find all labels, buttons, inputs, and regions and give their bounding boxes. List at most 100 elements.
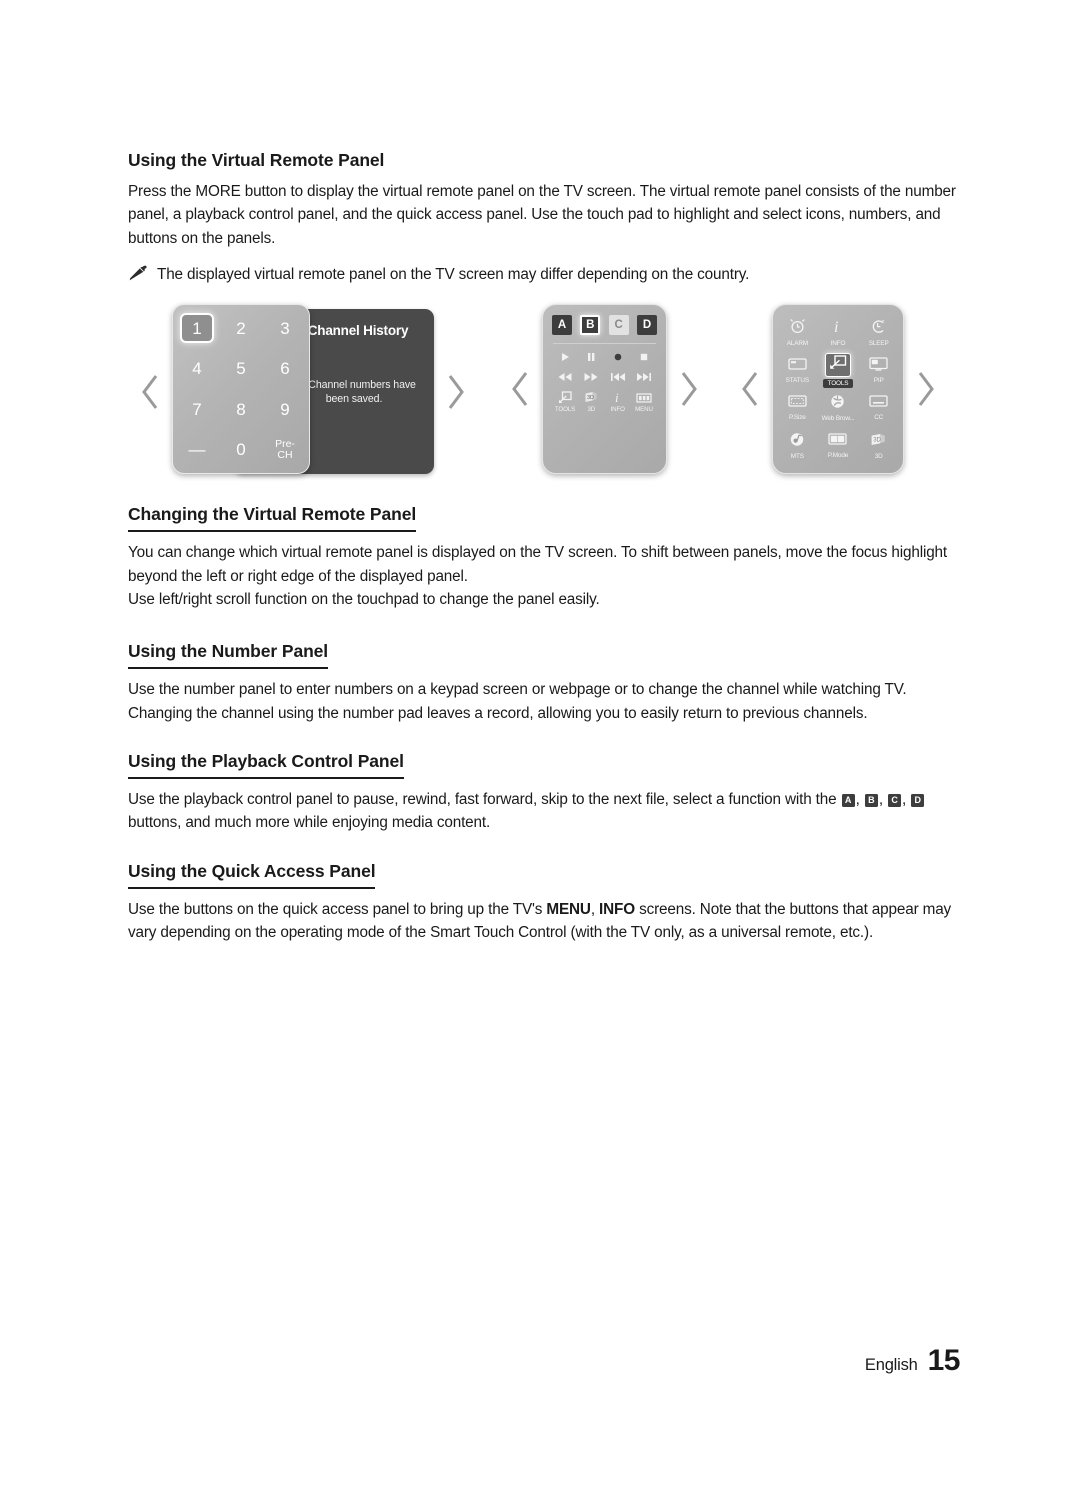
note-text: The displayed virtual remote panel on th… <box>157 266 750 284</box>
section-paragraph: Use the number panel to enter numbers on… <box>128 681 907 722</box>
quick-access-status[interactable]: STATUS <box>777 351 818 389</box>
svg-text:i: i <box>615 391 619 404</box>
quick-access-picture-size[interactable]: P.Size <box>777 389 818 427</box>
footer-language: English <box>864 1356 918 1374</box>
chevron-left-icon[interactable] <box>738 367 764 411</box>
key-dash[interactable]: — <box>180 435 214 465</box>
section-using-virtual-remote-panel: Using the Virtual Remote Panel Press the… <box>128 150 960 290</box>
next-icon[interactable] <box>633 372 655 382</box>
section-paragraph: Use the buttons on the quick access pane… <box>128 898 960 945</box>
quick-access-alarm[interactable]: ALARM <box>777 313 818 351</box>
key-0[interactable]: 0 <box>224 435 258 465</box>
playback-text-before: Use the playback control panel to pause,… <box>128 791 841 809</box>
picture-mode-icon <box>828 433 848 451</box>
page-footer: English 15 <box>0 1344 1080 1378</box>
mts-audio-icon <box>789 432 806 452</box>
tools-button[interactable]: TOOLS <box>554 391 576 413</box>
quick-access-mts[interactable]: MTS <box>777 427 818 465</box>
three-d-button[interactable]: 3D 3D <box>580 391 602 413</box>
color-button-row: A B C D <box>551 315 658 336</box>
key-2[interactable]: 2 <box>224 313 258 343</box>
pause-icon[interactable] <box>580 351 602 363</box>
transport-row-secondary <box>551 372 658 382</box>
key-1[interactable]: 1 <box>180 313 214 344</box>
virtual-remote-panel-figures: Channel History No Channel numbers have … <box>128 304 960 504</box>
info-icon: i <box>829 318 846 339</box>
quick-access-tools[interactable]: TOOLS <box>818 351 859 389</box>
quick-access-label: SLEEP <box>868 339 889 347</box>
note-callout: The displayed virtual remote panel on th… <box>128 264 960 290</box>
color-button-d[interactable]: D <box>636 315 657 336</box>
section-paragraph: Use the playback control panel to pause,… <box>128 788 960 835</box>
record-icon[interactable] <box>607 351 629 363</box>
inline-badge-d: D <box>911 794 925 808</box>
section-heading: Using the Quick Access Panel <box>128 861 376 889</box>
tools-icon <box>824 352 851 377</box>
inline-badge-b: B <box>864 794 878 808</box>
chevron-right-icon[interactable] <box>442 370 468 414</box>
chevron-right-icon[interactable] <box>912 367 938 411</box>
playback-text-after: buttons, and much more while enjoying me… <box>128 814 491 832</box>
svg-text:z: z <box>882 319 885 325</box>
quick-access-web-browser[interactable]: Web Brow... <box>818 389 859 427</box>
chevron-right-icon[interactable] <box>675 367 701 411</box>
quick-access-info[interactable]: i INFO <box>818 313 859 351</box>
three-d-icon: 3D <box>870 433 887 452</box>
quick-text-between: , <box>590 900 600 918</box>
quick-access-label: CC <box>874 414 884 422</box>
info-label: INFO <box>610 406 625 414</box>
chevron-left-icon[interactable] <box>138 370 164 414</box>
section-heading: Changing the Virtual Remote Panel <box>128 504 416 533</box>
page-content: Using the Virtual Remote Panel Press the… <box>128 150 960 945</box>
closed-caption-icon <box>869 395 888 413</box>
key-3[interactable]: 3 <box>268 313 302 343</box>
svg-text:3D: 3D <box>587 395 594 401</box>
quick-access-pip[interactable]: PIP <box>858 351 899 389</box>
playback-control-panel: A B C D TOOLS 3D 3D i INFO MENU <box>542 304 667 475</box>
previous-icon[interactable] <box>607 372 629 382</box>
key-9[interactable]: 9 <box>268 394 302 424</box>
tools-label: TOOLS <box>554 406 576 414</box>
chevron-left-icon[interactable] <box>508 367 534 411</box>
info-button[interactable]: i INFO <box>607 391 629 413</box>
inline-badge-a: A <box>841 794 855 808</box>
intro-paragraph: Press the MORE button to display the vir… <box>128 183 956 247</box>
picture-size-icon <box>788 395 807 413</box>
manual-page: Using the Virtual Remote Panel Press the… <box>0 0 1080 1494</box>
three-d-label: 3D <box>587 406 596 414</box>
key-5[interactable]: 5 <box>224 354 258 384</box>
rewind-icon[interactable] <box>554 372 576 382</box>
key-8[interactable]: 8 <box>224 394 258 424</box>
page-title: Using the Virtual Remote Panel <box>128 150 385 170</box>
color-button-c[interactable]: C <box>608 315 629 336</box>
alarm-clock-icon <box>789 318 806 339</box>
sleep-timer-icon: z <box>870 318 887 339</box>
quick-access-label: TOOLS <box>822 378 854 388</box>
color-button-b[interactable]: B <box>580 315 601 336</box>
key-6[interactable]: 6 <box>268 354 302 384</box>
key-4[interactable]: 4 <box>180 354 214 384</box>
number-panel-illustration: Channel History No Channel numbers have … <box>172 304 434 479</box>
play-icon[interactable] <box>554 351 576 363</box>
section-paragraph: You can change which virtual remote pane… <box>128 544 948 585</box>
pip-icon <box>869 356 888 376</box>
stop-icon[interactable] <box>633 351 655 363</box>
section-heading: Using the Playback Control Panel <box>128 751 404 780</box>
key-pre-ch[interactable]: Pre- CH <box>268 435 302 465</box>
section-paragraph: Use left/right scroll function on the to… <box>128 590 600 608</box>
figure-number-panel: Channel History No Channel numbers have … <box>138 304 468 479</box>
quick-access-closed-caption[interactable]: CC <box>858 389 899 427</box>
number-keypad[interactable]: 1 2 3 4 5 6 7 8 9 — 0 Pre- CH <box>172 304 310 475</box>
quick-access-picture-mode[interactable]: P.Mode <box>818 427 859 465</box>
transport-row-primary <box>551 351 658 363</box>
svg-text:i: i <box>834 319 838 334</box>
quick-access-three-d[interactable]: 3D 3D <box>858 427 899 465</box>
color-button-a[interactable]: A <box>552 315 572 336</box>
menu-button[interactable]: MENU <box>633 392 655 413</box>
divider <box>553 343 656 345</box>
web-browser-icon <box>829 394 846 414</box>
quick-text-before: Use the buttons on the quick access pane… <box>128 900 547 918</box>
fast-forward-icon[interactable] <box>580 372 602 382</box>
quick-access-sleep[interactable]: z SLEEP <box>858 313 899 351</box>
key-7[interactable]: 7 <box>180 394 214 424</box>
